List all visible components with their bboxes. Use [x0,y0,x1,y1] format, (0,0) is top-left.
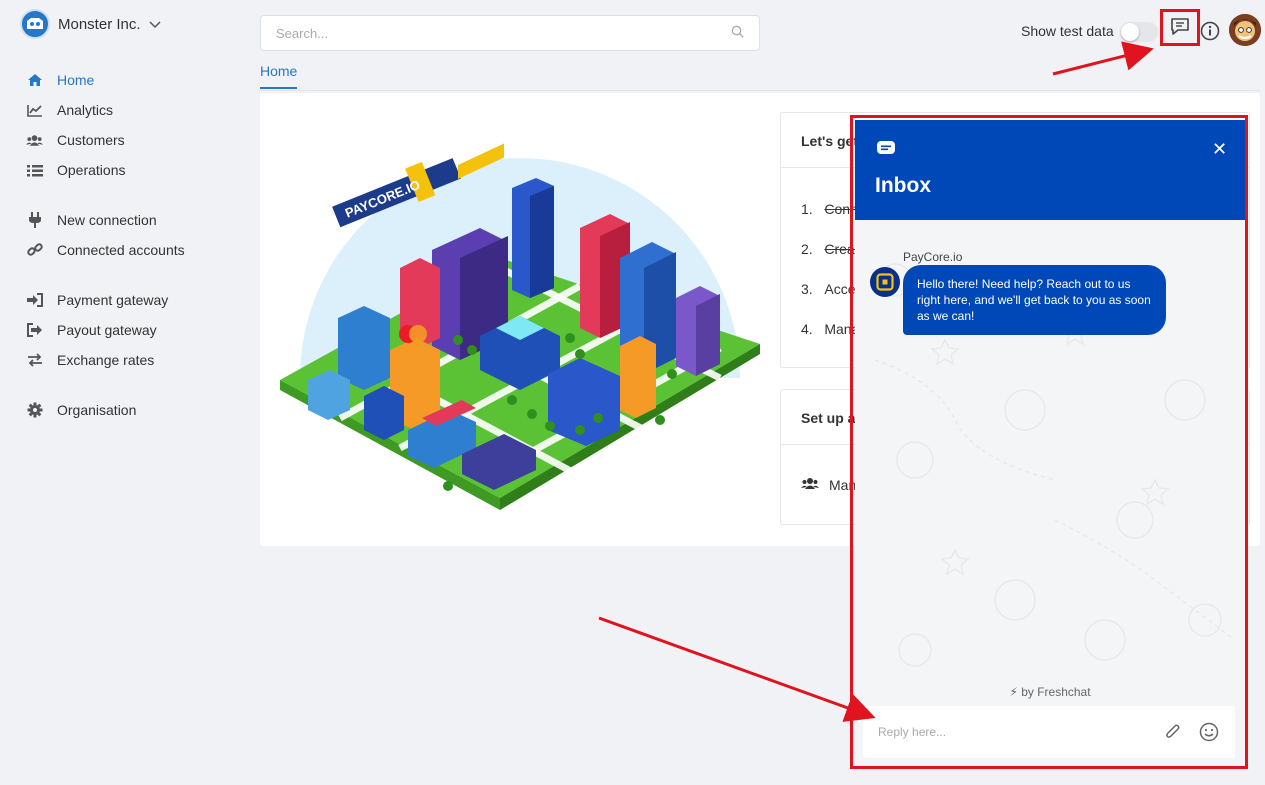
toggle-knob [1121,23,1139,41]
users-icon [26,132,43,149]
building-wirecard [338,306,390,390]
building-apple [512,178,554,298]
info-icon [1200,21,1220,44]
building-kyc [364,386,404,440]
sidebar-item-customers[interactable]: Customers [26,130,125,150]
search-input[interactable] [276,25,716,41]
org-switcher[interactable]: Monster Inc. [20,9,161,39]
org-logo [20,9,50,39]
avatar[interactable] [1229,14,1261,46]
search-box[interactable] [260,15,760,51]
step-number: 4. [801,321,813,337]
step-item[interactable]: 3. Acce [801,281,855,297]
step-number: 1. [801,201,813,217]
sidebar-item-label: Exchange rates [57,352,155,368]
sidebar-item-analytics[interactable]: Analytics [26,100,113,120]
gear-icon [26,402,43,419]
search-icon[interactable] [731,25,744,41]
sidebar-item-label: Organisation [57,402,137,418]
list-icon [26,162,43,179]
sign-in-icon [26,292,43,309]
plug-icon [26,212,43,229]
sidebar: Monster Inc. Home Analytics Customers Op… [0,0,240,785]
sidebar-item-payout-gateway[interactable]: Payout gateway [26,320,157,340]
sidebar-item-label: Analytics [57,102,114,118]
building-crypto [620,336,656,418]
building-visa [676,286,720,376]
sidebar-item-label: Connected accounts [57,242,185,258]
sidebar-item-label: New connection [57,212,157,228]
sidebar-item-connected-accounts[interactable]: Connected accounts [26,240,185,260]
step-number: 3. [801,281,813,297]
card-title: Set up a [801,410,856,426]
step-item[interactable]: 2. Crea [801,241,855,257]
sidebar-item-label: Payment gateway [57,292,169,308]
sidebar-item-label: Customers [57,132,125,148]
org-name: Monster Inc. [58,15,141,33]
home-icon [26,72,43,89]
tab-home[interactable]: Home [260,63,298,89]
sidebar-item-new-connection[interactable]: New connection [26,210,157,230]
building-shop [308,370,350,420]
test-data-toggle[interactable] [1120,22,1158,42]
sidebar-item-home[interactable]: Home [26,70,94,90]
sign-out-icon [26,322,43,339]
arrow-to-chat-button [1052,41,1154,76]
sidebar-item-exchange-rates[interactable]: Exchange rates [26,350,154,370]
message-icon [1170,17,1190,39]
sidebar-item-label: Operations [57,162,126,178]
setup-row[interactable]: Man [801,477,856,493]
sidebar-item-label: Payout gateway [57,322,157,338]
chevron-down-icon [149,16,161,32]
sidebar-item-operations[interactable]: Operations [26,160,125,180]
chat-highlight-box [850,115,1248,769]
test-data-label: Show test data [1021,23,1114,39]
sidebar-item-payment-gateway[interactable]: Payment gateway [26,290,168,310]
exchange-icon [26,352,43,369]
chat-button[interactable] [1160,9,1200,46]
users-icon [801,477,819,493]
link-icon [26,242,43,259]
sidebar-item-organisation[interactable]: Organisation [26,400,136,420]
fintech-city-illustration: PAYCORE.IO [280,118,760,518]
arrow-to-reply-box [598,616,876,722]
chart-icon [26,102,43,119]
step-number: 2. [801,241,813,257]
tab-divider [260,90,1260,91]
sidebar-item-label: Home [57,72,95,88]
info-button[interactable] [1200,21,1220,44]
